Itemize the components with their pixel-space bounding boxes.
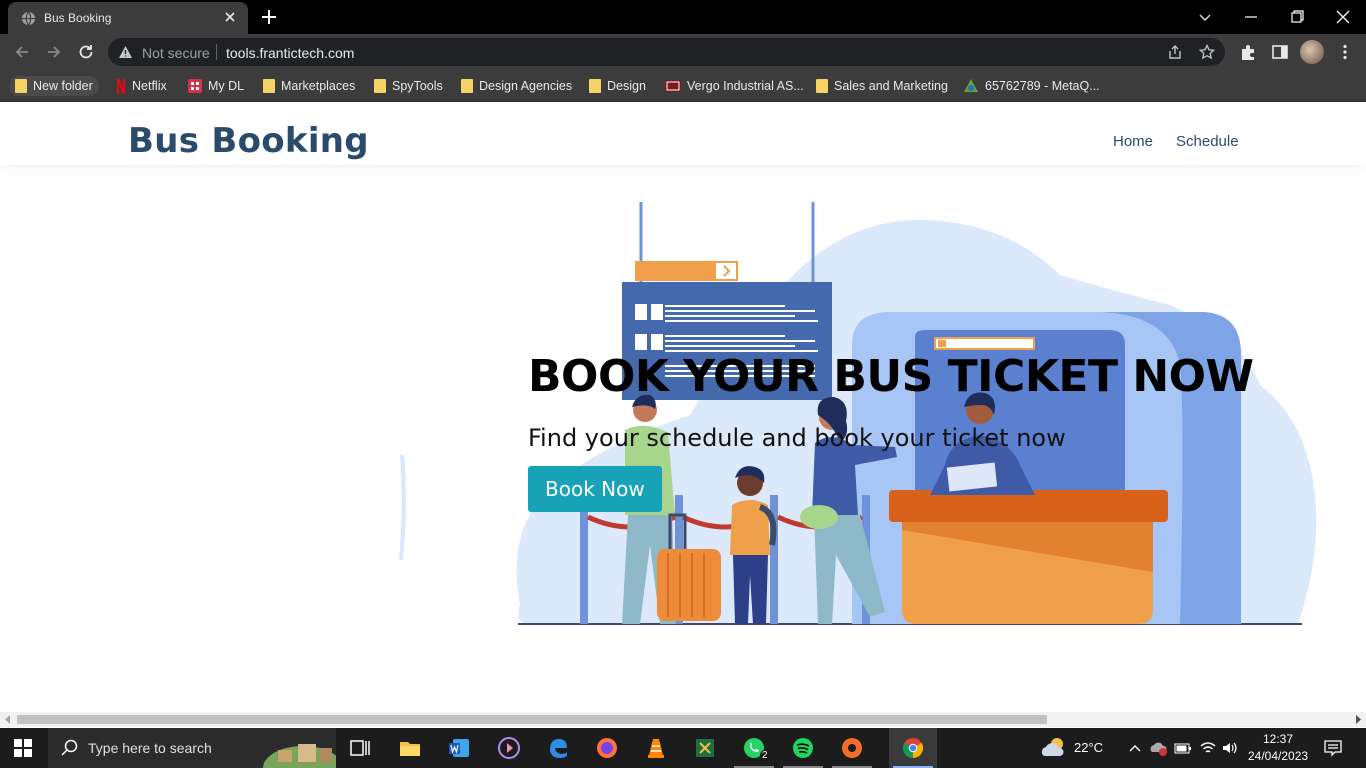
bookmark-vergo-industrial[interactable]: Vergo Industrial AS...: [659, 76, 810, 96]
site-header: Bus Booking Home Schedule: [0, 103, 1366, 165]
bookmark-label: 65762789 - MetaQ...: [985, 79, 1100, 93]
side-panel-icon[interactable]: [1271, 43, 1289, 61]
bookmark-label: Netflix: [132, 79, 167, 93]
bookmark-metaquotes[interactable]: 65762789 - MetaQ...: [957, 76, 1106, 96]
show-hidden-icons-chevron[interactable]: [1128, 741, 1142, 755]
site-icon: [665, 80, 681, 92]
new-tab-icon[interactable]: [260, 8, 278, 26]
vlc-icon[interactable]: [644, 736, 668, 760]
bookmark-label: Design: [607, 79, 646, 93]
hero-title: BOOK YOUR BUS TICKET NOW: [528, 351, 1254, 402]
nav-home[interactable]: Home: [1113, 133, 1153, 150]
folder-icon: [263, 79, 275, 93]
page-viewport: Bus Booking Home Schedule BOOK YOUR BUS …: [0, 103, 1366, 712]
origin-icon[interactable]: [840, 736, 864, 760]
profile-avatar[interactable]: [1300, 40, 1324, 64]
bookmark-sales-and-marketing[interactable]: Sales and Marketing: [810, 76, 954, 96]
bookmark-spytools[interactable]: SpyTools: [368, 76, 449, 96]
tab-search-chevron-icon[interactable]: [1193, 6, 1217, 28]
bookmark-label: Sales and Marketing: [834, 79, 948, 93]
bookmark-label: Marketplaces: [281, 79, 356, 93]
extensions-icon[interactable]: [1239, 43, 1257, 61]
warning-icon[interactable]: [118, 45, 133, 59]
bookmark-label: Vergo Industrial AS...: [687, 79, 804, 93]
bookmark-label: SpyTools: [392, 79, 443, 93]
bookmark-new-folder[interactable]: New folder: [9, 76, 99, 96]
search-icon: [61, 739, 78, 756]
folder-icon: [589, 79, 601, 93]
search-highlight-image: [263, 744, 336, 768]
folder-icon: [15, 79, 27, 93]
more-menu-icon[interactable]: [1336, 43, 1354, 61]
edge-legacy-icon[interactable]: [546, 736, 570, 760]
taskbar-search[interactable]: Type here to search: [48, 728, 336, 768]
hero-subtitle: Find your schedule and book your ticket …: [528, 424, 1066, 452]
suitcase: [657, 549, 721, 621]
url-text[interactable]: tools.frantictech.com: [226, 45, 354, 61]
task-view-icon[interactable]: [348, 736, 372, 760]
address-bar[interactable]: Not secure tools.frantictech.com: [108, 38, 1225, 66]
bookmark-label: New folder: [33, 79, 93, 93]
firefox-icon[interactable]: [595, 736, 619, 760]
spotify-icon[interactable]: [791, 736, 815, 760]
minimize-icon[interactable]: [1239, 6, 1263, 28]
bookmark-design-agencies[interactable]: Design Agencies: [455, 76, 578, 96]
notifications-icon[interactable]: [1324, 739, 1342, 757]
tab-title: Bus Booking: [44, 11, 112, 25]
bookmark-label: Design Agencies: [479, 79, 573, 93]
site-logo[interactable]: Bus Booking: [128, 121, 369, 161]
word-icon[interactable]: [447, 736, 471, 760]
scroll-right-icon[interactable]: [1354, 715, 1362, 724]
onedrive-error-icon[interactable]: [1150, 740, 1168, 756]
metaquotes-icon: [964, 79, 978, 92]
search-placeholder: Type here to search: [88, 740, 212, 756]
reload-icon[interactable]: [77, 43, 95, 61]
close-tab-icon[interactable]: [222, 9, 238, 25]
file-explorer-icon[interactable]: [398, 736, 422, 760]
windows-start-icon[interactable]: [14, 739, 32, 757]
excel-tool-icon[interactable]: [693, 736, 717, 760]
nav-schedule[interactable]: Schedule: [1176, 133, 1239, 150]
windows-taskbar: Type here to search 2 22°C 12:37 24/04/2…: [0, 728, 1366, 768]
browser-tab-strip: Bus Booking: [0, 0, 1366, 34]
weather-temperature[interactable]: 22°C: [1074, 740, 1103, 755]
app-icon: [188, 79, 202, 93]
clock-time[interactable]: 12:37: [1263, 732, 1293, 746]
whatsapp-badge: 2: [760, 750, 770, 761]
bookmark-my-dl[interactable]: My DL: [182, 76, 250, 96]
media-player-icon[interactable]: [497, 736, 521, 760]
share-icon[interactable]: [1167, 44, 1183, 60]
folder-icon: [374, 79, 386, 93]
wifi-icon[interactable]: [1199, 740, 1217, 756]
forward-icon[interactable]: [45, 43, 63, 61]
bookmark-netflix[interactable]: Netflix: [110, 76, 173, 96]
bookmark-star-icon[interactable]: [1199, 44, 1215, 60]
battery-icon[interactable]: [1174, 741, 1192, 755]
book-now-button[interactable]: Book Now: [528, 466, 662, 512]
bookmark-design[interactable]: Design: [583, 76, 652, 96]
address-separator: [216, 44, 217, 60]
chrome-icon[interactable]: [901, 736, 925, 760]
bookmark-marketplaces[interactable]: Marketplaces: [257, 76, 361, 96]
netflix-icon: [117, 78, 125, 94]
bookmarks-bar: New folder Netflix My DL Marketplaces Sp…: [0, 70, 1366, 102]
bookmark-label: My DL: [208, 79, 245, 93]
clock-date[interactable]: 24/04/2023: [1248, 749, 1308, 763]
folder-icon: [816, 79, 828, 93]
close-window-icon[interactable]: [1331, 6, 1355, 28]
volume-icon[interactable]: [1221, 740, 1239, 756]
hero-content: BOOK YOUR BUS TICKET NOW Find your sched…: [528, 351, 1254, 512]
security-label[interactable]: Not secure: [142, 45, 210, 61]
browser-toolbar: Not secure tools.frantictech.com: [0, 34, 1366, 70]
scrollbar-thumb[interactable]: [17, 715, 1047, 724]
browser-tab[interactable]: Bus Booking: [8, 2, 248, 34]
folder-icon: [461, 79, 473, 93]
scroll-left-icon[interactable]: [4, 715, 12, 724]
weather-cloud-icon[interactable]: [1040, 736, 1068, 760]
horizontal-scrollbar[interactable]: [0, 712, 1366, 727]
globe-icon: [21, 11, 36, 26]
back-icon[interactable]: [13, 43, 31, 61]
restore-icon[interactable]: [1285, 6, 1309, 28]
